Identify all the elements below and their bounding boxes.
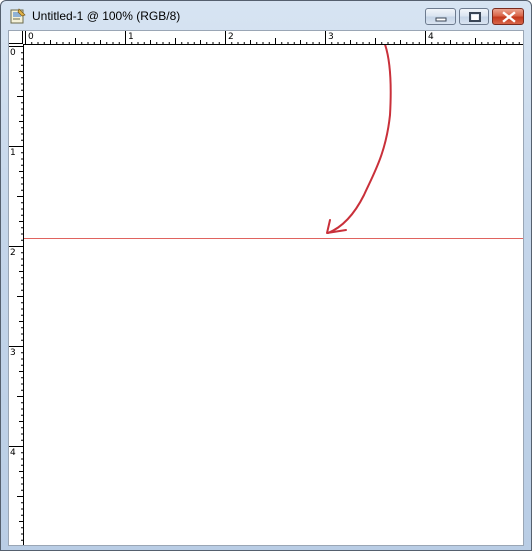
document-window: Untitled-1 @ 100% (RGB/8) 0 1 2 3 4 0 1 2 3 4 xyxy=(0,0,532,551)
window-title: Untitled-1 @ 100% (RGB/8) xyxy=(32,9,181,23)
ruler-label: 3 xyxy=(10,348,16,358)
ruler-label: 0 xyxy=(10,48,16,58)
document-area: 0 1 2 3 4 0 1 2 3 4 xyxy=(8,30,524,546)
vertical-ruler-ticks: 0 1 2 3 4 xyxy=(9,46,23,541)
ruler-origin-corner[interactable] xyxy=(9,31,23,44)
vertical-ruler[interactable]: 0 1 2 3 4 xyxy=(9,44,24,545)
ruler-label: 4 xyxy=(10,448,16,458)
canvas[interactable] xyxy=(24,36,523,545)
annotation-arrowhead xyxy=(326,219,347,234)
photoshop-document-icon xyxy=(10,8,26,24)
horizontal-ruler-ticks: 0 1 2 3 4 xyxy=(25,31,520,44)
horizontal-ruler[interactable]: 0 1 2 3 4 xyxy=(9,31,523,45)
close-button[interactable] xyxy=(492,8,524,25)
annotation-arrow xyxy=(327,36,392,234)
ruler-label: 1 xyxy=(128,32,134,42)
canvas-overlay xyxy=(24,36,523,239)
title-bar[interactable]: Untitled-1 @ 100% (RGB/8) xyxy=(1,1,531,31)
ruler-label: 4 xyxy=(428,32,434,42)
maximize-button[interactable] xyxy=(459,8,489,25)
ruler-label: 2 xyxy=(228,32,234,42)
ruler-label: 1 xyxy=(10,148,16,158)
ruler-label: 3 xyxy=(328,32,334,42)
ruler-label: 2 xyxy=(10,248,16,258)
ruler-label: 0 xyxy=(28,32,34,42)
minimize-button[interactable] xyxy=(425,8,456,25)
